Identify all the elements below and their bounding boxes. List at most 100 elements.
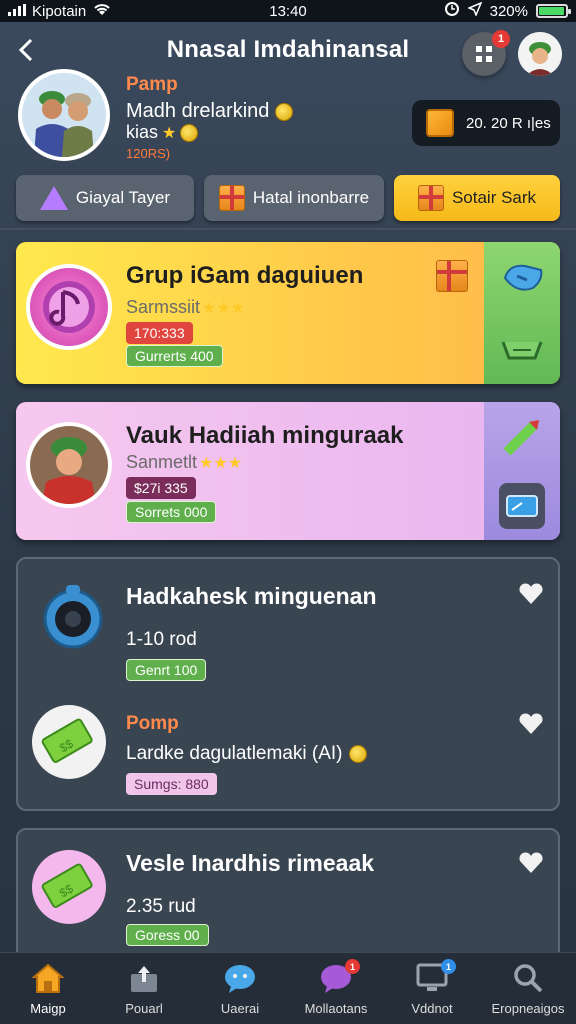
music-disc-icon <box>26 264 112 350</box>
carrier-name: Kipotain <box>32 2 87 20</box>
team-portrait-icon <box>22 73 106 157</box>
profile-rank: kias ★ <box>126 122 199 143</box>
nav-label: Uaerai <box>220 1001 260 1016</box>
tab-label: Hatal inonbarre <box>252 188 370 207</box>
cash-icon: $$ <box>32 705 106 779</box>
currency-value: 20. 20 R ı|es <box>466 114 551 132</box>
tab-sotair-sark[interactable]: Sotair Sark <box>394 175 560 221</box>
currency-display[interactable]: 20. 20 R ı|es <box>412 100 560 146</box>
status-bar: Kipotain 13:40 320% <box>0 0 576 22</box>
gift-box-icon <box>436 260 468 292</box>
soldier-portrait-icon <box>26 422 112 508</box>
star-icon: ★ <box>162 124 177 142</box>
cash-icon: $$ <box>32 850 106 924</box>
tab-giayal-tayer[interactable]: Giayal Tayer <box>16 175 194 221</box>
battery-icon <box>536 4 571 18</box>
wifi-icon <box>92 2 112 20</box>
item-description: Lardke dagulatlemaki (AI) <box>126 743 367 765</box>
battery-fill <box>539 7 564 15</box>
nav-item-vddnot[interactable]: 1 Vddnot <box>384 953 480 1024</box>
nav-label: Pouarl <box>125 1001 163 1016</box>
bottom-navigation: Maigp Pouarl Uaerai 1 Mollaotans 1 Vddno… <box>0 952 576 1024</box>
location-icon <box>466 1 483 20</box>
nav-item-pouarl[interactable]: Pouarl <box>96 953 192 1024</box>
menu-grid-button[interactable]: 1 <box>462 30 510 76</box>
card-subtitle-text: Sanmetlt <box>126 452 198 472</box>
notification-badge: 1 <box>441 959 456 974</box>
task-title: Vesle Inardhis rimeaak <box>126 850 375 876</box>
divider <box>0 228 576 230</box>
rocket-icon <box>503 419 539 456</box>
gift-icon <box>218 185 245 211</box>
heart-icon[interactable] <box>518 852 544 874</box>
rating-stars: ★★★ <box>199 454 243 472</box>
profile-description: Madh drelarkind <box>126 100 294 123</box>
rating-stars: ★★★ <box>202 299 246 317</box>
search-icon <box>511 961 545 995</box>
nav-label: Mollaotans <box>304 1001 368 1016</box>
card-title: Vauk Hadiiah minguraak <box>126 422 404 449</box>
grid-icon <box>476 46 492 62</box>
card-subtitle: Sanmetlt ★★★ <box>126 452 242 473</box>
task-value: 1-10 rod <box>126 629 197 650</box>
card-subtitle-text: Sarmssiit <box>126 297 201 317</box>
profile-line2-text: kias <box>126 122 159 142</box>
card-reward: Sorrets 000 <box>126 501 217 523</box>
card-action-button[interactable] <box>499 482 545 529</box>
card-subtitle: Sarmssiit ★★★ <box>126 297 245 318</box>
task-title: Hadkahesk minguenan <box>126 583 377 609</box>
nav-label: Eropneaigos <box>491 1001 565 1016</box>
tab-label: Sotair Sark <box>451 188 537 207</box>
tab-row: Giayal Tayer Hatal inonbarre Sotair Sark <box>16 175 560 221</box>
alarm-icon <box>444 1 460 21</box>
chat-bubble-icon <box>223 961 257 995</box>
card-icon <box>506 494 538 517</box>
coin-icon <box>275 102 294 121</box>
profile-line1-text: Madh drelarkind <box>126 100 270 122</box>
card-tag: 170:333 <box>126 322 193 344</box>
nav-item-mollaotans[interactable]: 1 Mollaotans <box>288 953 384 1024</box>
status-time: 13:40 <box>269 2 307 20</box>
user-avatar-button[interactable] <box>518 32 562 76</box>
reward-card-yellow[interactable]: Grup iGam daguiuen Sarmssiit ★★★ 170:333… <box>16 242 560 384</box>
status-right: 320% <box>444 1 571 21</box>
task-reward: Goress 00 <box>126 924 209 946</box>
notification-badge: 1 <box>492 30 510 48</box>
gift-icon <box>436 260 468 292</box>
card-main: Grup iGam daguiuen Sarmssiit ★★★ 170:333… <box>16 242 484 384</box>
nav-item-eropneaigos[interactable]: Eropneaigos <box>480 953 576 1024</box>
card-reward: Gurrerts 400 <box>126 345 223 367</box>
profile-points: 120RS) <box>126 146 171 161</box>
header: Nnasal Imdahinansal 1 Pamp Madh drelarki… <box>0 22 576 232</box>
reward-card-pink[interactable]: Vauk Hadiiah minguraak Sanmetlt ★★★ $27i… <box>16 402 560 540</box>
task-value: 2.35 rud <box>126 896 196 917</box>
signal-icon <box>8 3 26 20</box>
heart-icon[interactable] <box>518 583 544 605</box>
item-description-text: Lardke dagulatlemaki (AI) <box>126 743 343 764</box>
notification-badge: 1 <box>345 959 360 974</box>
triangle-icon <box>39 186 68 210</box>
card-side-actions <box>484 242 560 384</box>
speaker-icon <box>38 581 108 651</box>
status-left: Kipotain <box>8 2 112 20</box>
nav-label: Maigp <box>30 1001 66 1016</box>
ticket-action-button[interactable] <box>499 255 545 301</box>
profile-avatar[interactable] <box>18 69 110 161</box>
ticket-icon <box>503 264 543 291</box>
tab-hatal-inonbarre[interactable]: Hatal inonbarre <box>204 175 384 221</box>
heart-icon[interactable] <box>518 713 544 735</box>
task-card[interactable]: $$ Vesle Inardhis rimeaak 2.35 rud Gores… <box>16 828 560 968</box>
rocket-action-button[interactable] <box>499 414 545 460</box>
tab-label: Giayal Tayer <box>75 188 171 207</box>
task-reward: Genrt 100 <box>126 659 207 681</box>
gift-icon <box>417 185 444 211</box>
item-name: Pomp <box>126 713 179 734</box>
nav-item-uaerai[interactable]: Uaerai <box>192 953 288 1024</box>
card-tag: $27i 335 <box>126 477 196 499</box>
battery-percent: 320% <box>489 2 528 20</box>
tray-action-button[interactable] <box>499 326 545 372</box>
upload-icon <box>127 961 161 995</box>
task-card[interactable]: Hadkahesk minguenan 1-10 rod Genrt 100 $… <box>16 557 560 811</box>
profile-name: Pamp <box>126 74 178 95</box>
nav-item-maigp[interactable]: Maigp <box>0 953 96 1024</box>
